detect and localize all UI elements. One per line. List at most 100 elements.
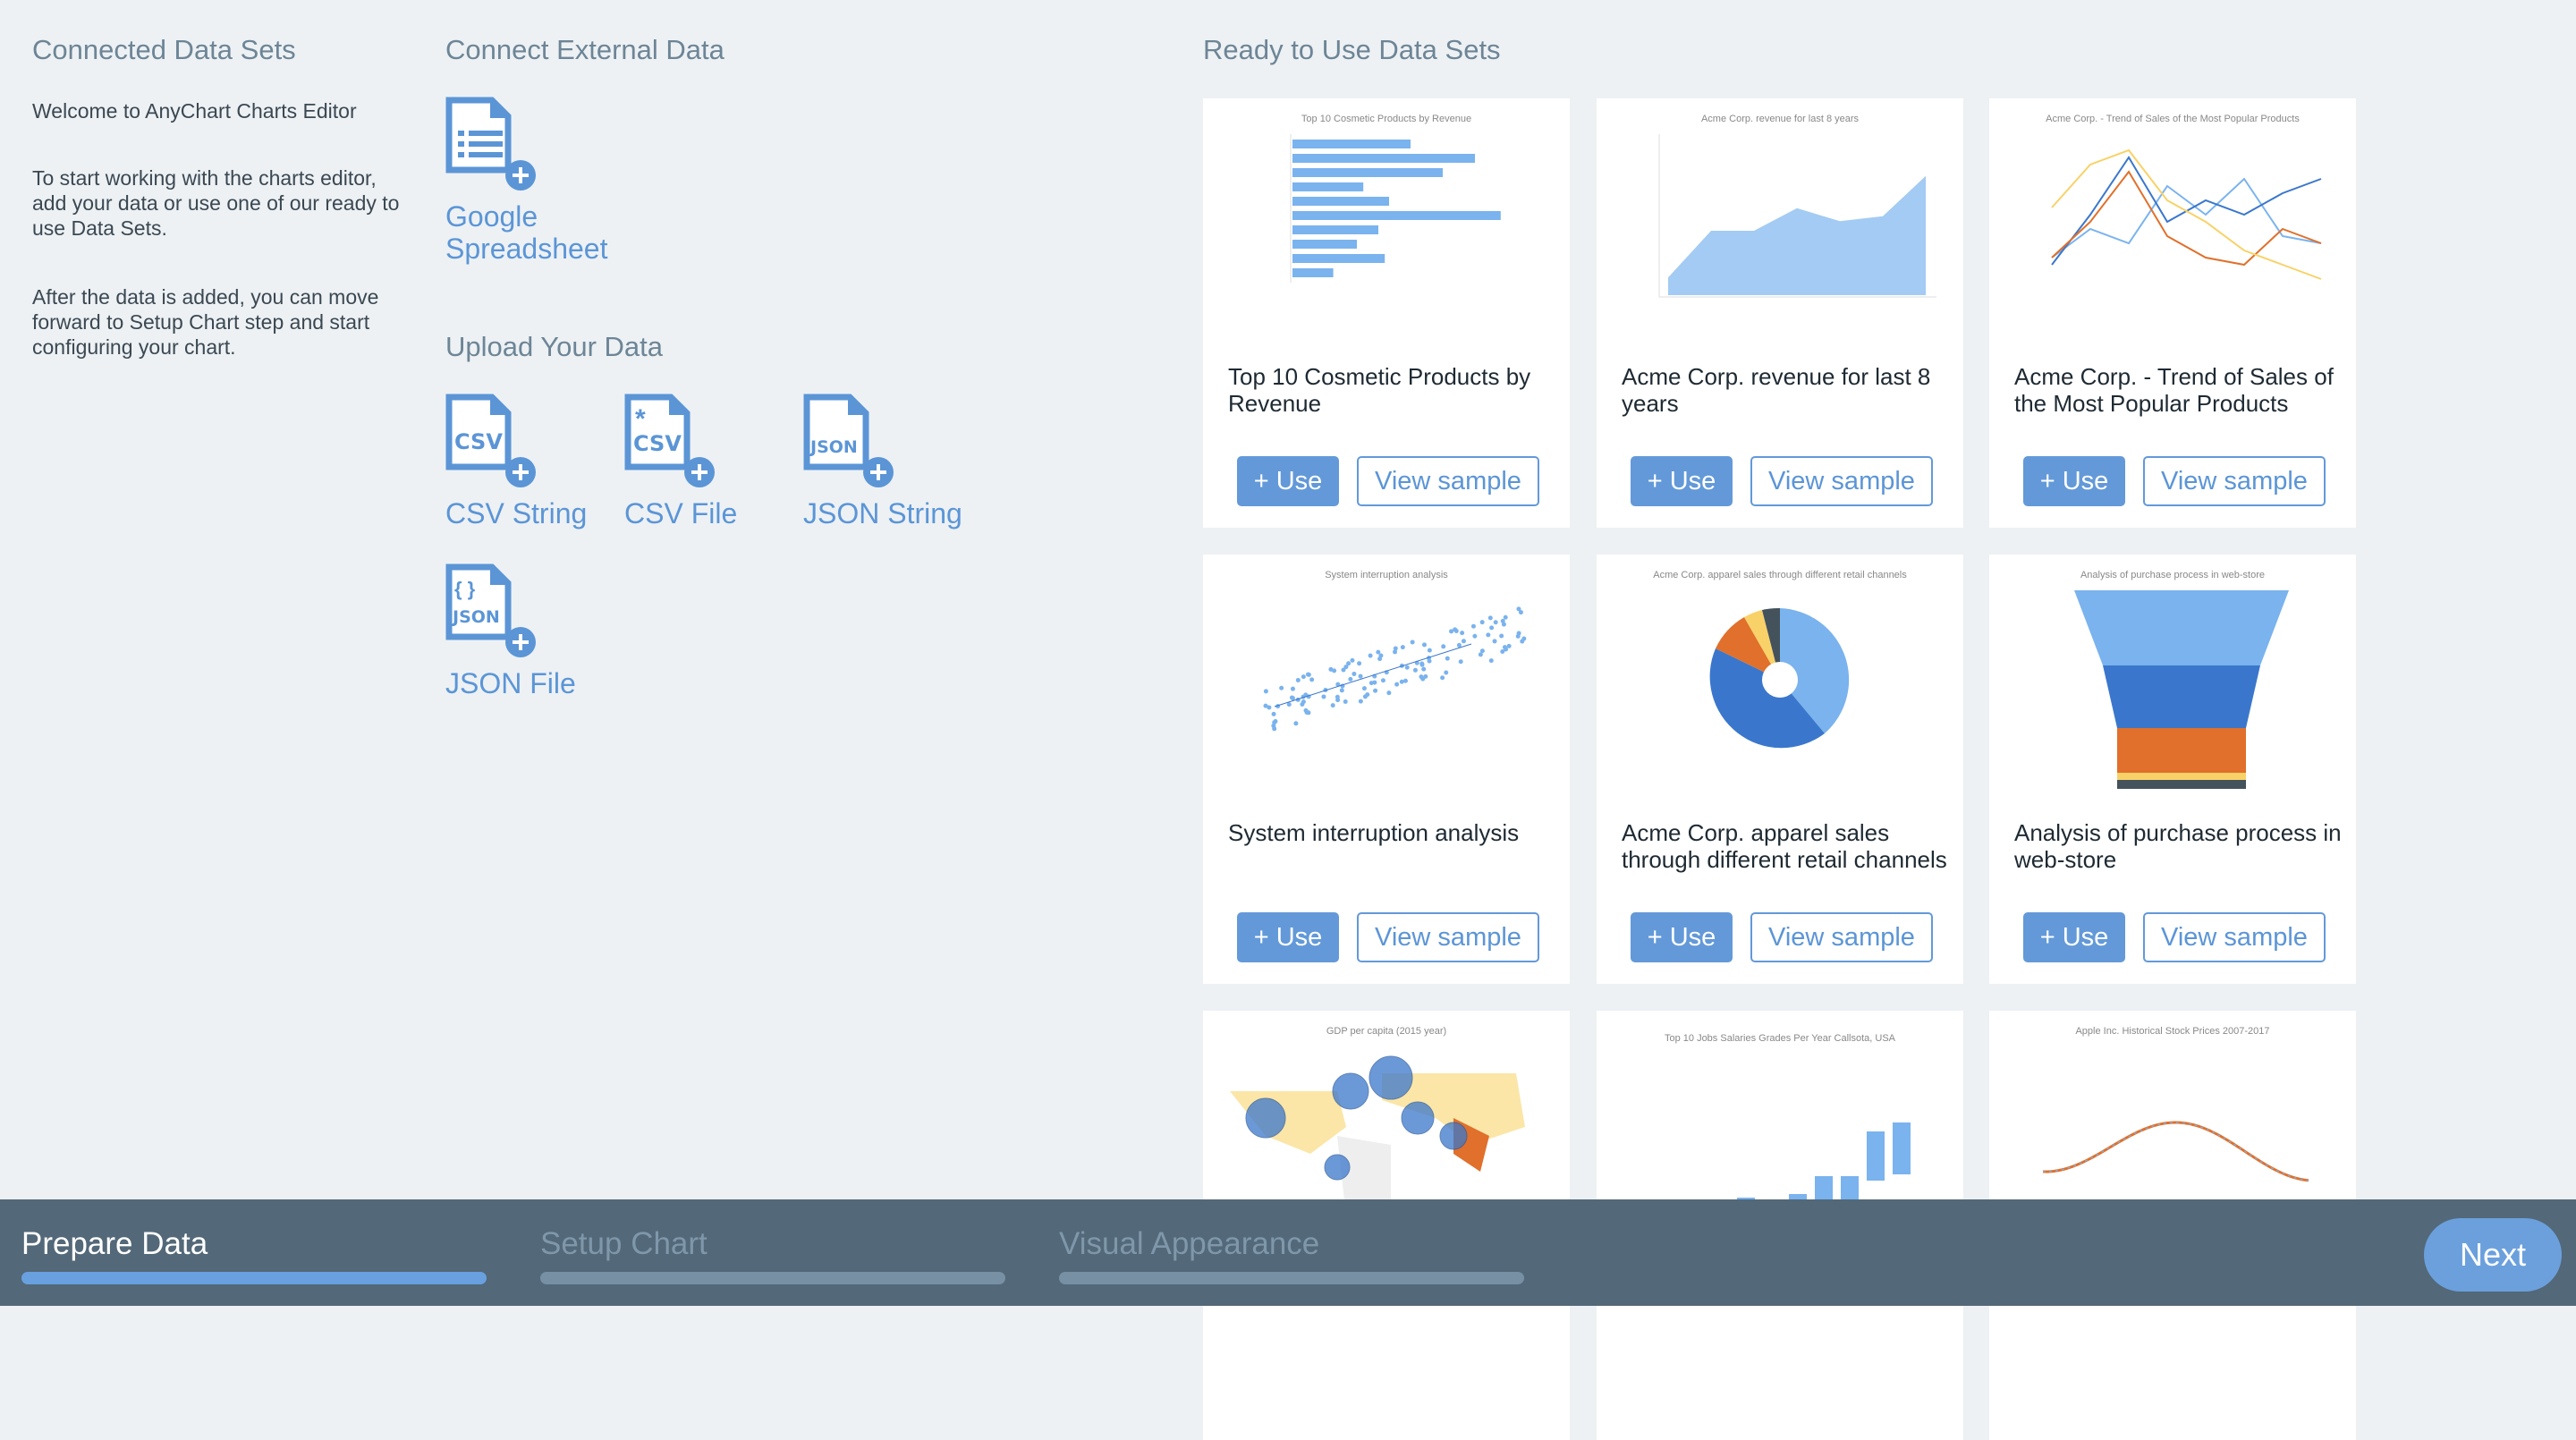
csv-file-icon: *CSV — [624, 394, 717, 492]
upload-label: JSON String — [803, 497, 982, 529]
point — [1342, 668, 1346, 673]
upload-label: JSON File — [445, 667, 624, 699]
view-sample-button[interactable]: View sample — [1750, 912, 1933, 962]
bubble — [1333, 1073, 1368, 1109]
bar — [1292, 240, 1357, 249]
point — [1331, 703, 1335, 707]
intro-text: To start working with the charts editor,… — [32, 165, 408, 241]
series-line — [2052, 172, 2321, 265]
view-sample-button[interactable]: View sample — [2143, 456, 2326, 506]
card-title: System interruption analysis — [1228, 819, 1559, 846]
bubble — [1402, 1102, 1434, 1134]
point — [1494, 620, 1498, 624]
view-sample-button[interactable]: View sample — [1357, 456, 1539, 506]
svg-text:*: * — [635, 404, 646, 434]
point — [1306, 710, 1310, 715]
data-set-card: Top 10 Cosmetic Products by Revenue Top 1… — [1203, 98, 1570, 528]
view-sample-button[interactable]: View sample — [2143, 912, 2326, 962]
next-button[interactable]: Next — [2424, 1218, 2562, 1292]
bubble — [1246, 1098, 1285, 1138]
google-spreadsheet-button[interactable]: Google Spreadsheet — [445, 97, 624, 265]
chart-thumbnail: Top 10 Cosmetic Products by Revenue — [1203, 107, 1570, 358]
point — [1368, 654, 1373, 658]
point — [1332, 668, 1336, 673]
point — [1309, 677, 1314, 682]
use-button[interactable]: + Use — [2023, 912, 2125, 962]
csv-string-button[interactable]: CSV CSV String — [445, 394, 624, 529]
card-title: Acme Corp. apparel sales through differe… — [1622, 819, 1953, 873]
data-set-card: Analysis of purchase process in web-stor… — [1989, 555, 2356, 984]
bar — [1292, 225, 1378, 234]
point — [1462, 639, 1466, 643]
step-prepare-data[interactable]: Prepare Data — [21, 1226, 208, 1262]
point — [1321, 694, 1326, 699]
thumb-title: Acme Corp. - Trend of Sales of the Most … — [2046, 114, 2300, 124]
thumb-title: Acme Corp. revenue for last 8 years — [1701, 114, 1860, 124]
chart-thumbnail: Acme Corp. revenue for last 8 years — [1597, 107, 1963, 358]
use-button[interactable]: + Use — [2023, 456, 2125, 506]
bar — [1292, 154, 1475, 163]
svg-text:CSV: CSV — [633, 431, 682, 456]
chart-thumbnail: Analysis of purchase process in web-stor… — [1989, 563, 2356, 814]
point — [1493, 639, 1497, 643]
point — [1419, 674, 1423, 679]
json-file-button[interactable]: { } JSON JSON File — [445, 563, 624, 699]
price-line — [2043, 1122, 2309, 1181]
data-set-card: System interruption analysis System inter… — [1203, 555, 1570, 984]
svg-text:JSON: JSON — [451, 607, 500, 627]
point — [1386, 690, 1391, 695]
use-button[interactable]: + Use — [1237, 912, 1339, 962]
thumb-title: Top 10 Jobs Salaries Grades Per Year Cal… — [1665, 1033, 1896, 1044]
bubble — [1325, 1155, 1350, 1180]
chart-thumbnail: Acme Corp. apparel sales through differe… — [1597, 563, 1963, 814]
upload-label: CSV File — [624, 497, 803, 529]
point — [1348, 677, 1352, 682]
point — [1419, 661, 1424, 665]
chart-thumbnail: System interruption analysis — [1203, 563, 1570, 814]
point — [1340, 688, 1344, 692]
point — [1488, 615, 1493, 620]
use-button[interactable]: + Use — [1631, 456, 1733, 506]
spreadsheet-icon — [445, 97, 538, 195]
step-setup-chart[interactable]: Setup Chart — [540, 1226, 708, 1262]
point — [1272, 726, 1276, 731]
point — [1400, 680, 1404, 684]
bubble — [1440, 1122, 1467, 1149]
point — [1499, 633, 1504, 638]
bar — [1292, 140, 1411, 148]
point — [1480, 620, 1485, 624]
point — [1471, 624, 1476, 629]
json-string-button[interactable]: JSON JSON String — [803, 394, 982, 529]
point — [1362, 686, 1367, 690]
thumb-title: GDP per capita (2015 year) — [1326, 1026, 1446, 1037]
point — [1290, 696, 1294, 700]
point — [1507, 644, 1512, 648]
point — [1267, 705, 1271, 709]
box — [1867, 1131, 1885, 1181]
point — [1421, 667, 1426, 672]
point — [1479, 652, 1483, 656]
card-title: Acme Corp. - Trend of Sales of the Most … — [2014, 363, 2345, 417]
csv-file-button[interactable]: * CSV CSV File — [624, 394, 803, 529]
point — [1422, 642, 1427, 647]
point — [1504, 615, 1508, 620]
step-visual-appearance[interactable]: Visual Appearance — [1059, 1226, 1319, 1262]
step-progress-bar — [1059, 1272, 1524, 1284]
point — [1394, 682, 1399, 687]
point — [1365, 692, 1369, 697]
point — [1357, 661, 1361, 665]
thumb-title: System interruption analysis — [1325, 570, 1448, 580]
point — [1273, 719, 1277, 724]
point — [1441, 644, 1445, 648]
point — [1472, 634, 1477, 639]
point — [1359, 674, 1363, 679]
use-button[interactable]: + Use — [1631, 912, 1733, 962]
welcome-text: Welcome to AnyChart Charts Editor — [32, 98, 408, 123]
bubble — [1369, 1056, 1412, 1099]
point — [1521, 637, 1526, 641]
svg-text:JSON: JSON — [809, 437, 858, 457]
use-button[interactable]: + Use — [1237, 456, 1339, 506]
view-sample-button[interactable]: View sample — [1750, 456, 1933, 506]
point — [1501, 619, 1505, 623]
view-sample-button[interactable]: View sample — [1357, 912, 1539, 962]
